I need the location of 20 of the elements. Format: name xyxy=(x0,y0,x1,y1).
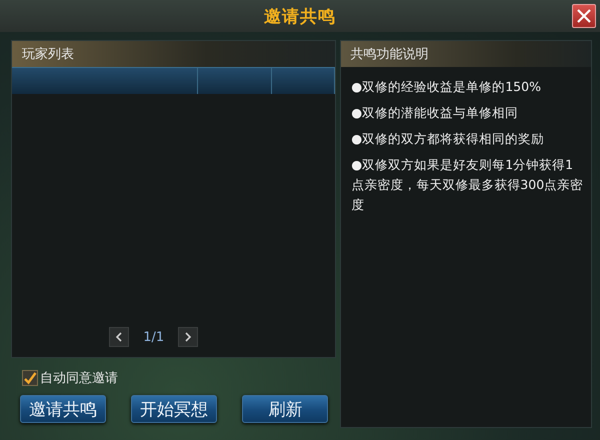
checkmark-icon xyxy=(23,371,37,385)
panel-title: 玩家列表 xyxy=(22,46,74,63)
info-text: ●双修的双方都将获得相同的奖励 xyxy=(351,130,546,148)
previous-page-button[interactable] xyxy=(109,327,130,347)
action-button[interactable]: 开始冥想 xyxy=(131,395,218,423)
page-indicator: 1/1 xyxy=(143,330,164,344)
close-button[interactable] xyxy=(572,4,596,28)
panel-title: 共鸣功能说明 xyxy=(350,46,428,63)
chevron-right-icon xyxy=(184,332,192,342)
checkbox[interactable] xyxy=(22,370,38,386)
info-text: ●双修的潜能收益与单修相同 xyxy=(351,104,520,122)
next-page-button[interactable] xyxy=(178,327,198,347)
close-icon xyxy=(576,8,592,24)
window-title: 邀请共鸣 xyxy=(264,6,336,28)
checkbox-label: 自动同意邀请 xyxy=(40,370,118,387)
info-text: ●双修的经验收益是单修的150% xyxy=(351,78,542,96)
chevron-left-icon xyxy=(115,332,124,342)
action-button[interactable]: 刷新 xyxy=(242,395,328,423)
info-text: ●双修双方如果是好友则每1分钟获得1点亲密度，每天双修最多获得300点亲密度 xyxy=(351,156,584,214)
action-button[interactable]: 邀请共鸣 xyxy=(20,395,106,423)
